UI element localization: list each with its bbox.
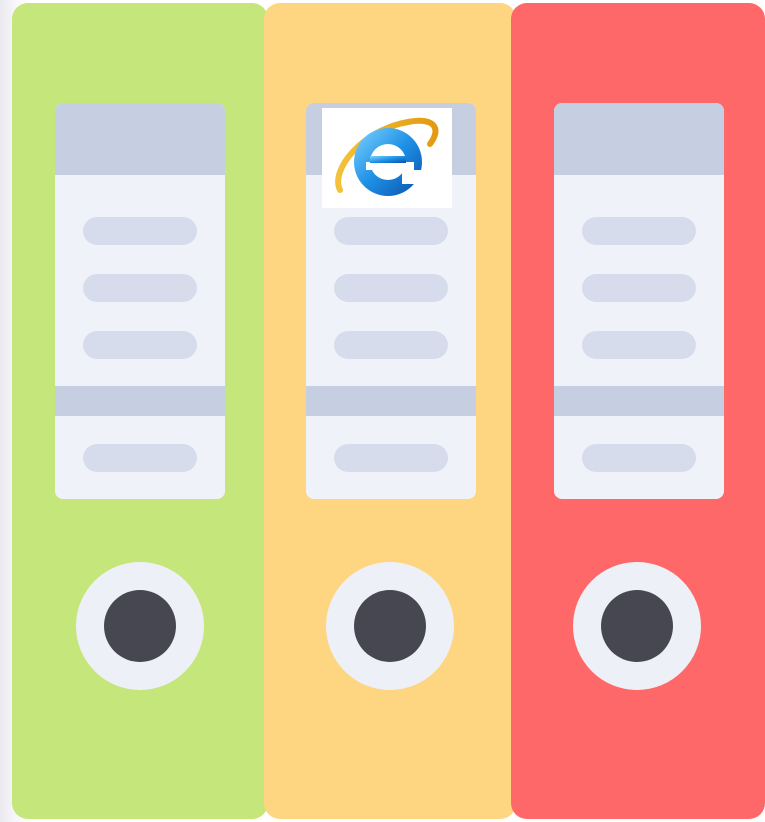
spine-label-line — [582, 331, 696, 359]
finger-ring — [573, 562, 701, 690]
spine-label-card — [554, 103, 724, 499]
spine-label-line — [334, 217, 448, 245]
spine-label-line — [83, 217, 197, 245]
finger-ring — [76, 562, 204, 690]
spine-label-divider — [55, 386, 225, 416]
spine-label-card — [55, 103, 225, 499]
spine-label-line — [83, 331, 197, 359]
binder-red — [511, 3, 765, 819]
spine-label-divider — [306, 386, 476, 416]
finger-ring-hole — [601, 590, 673, 662]
binder-green — [12, 3, 268, 819]
finger-ring-hole — [104, 590, 176, 662]
spine-label-line — [334, 274, 448, 302]
spine-label-line — [83, 444, 197, 472]
spine-label-divider — [554, 386, 724, 416]
spine-label-header — [554, 103, 724, 175]
binders-illustration — [0, 0, 765, 822]
spine-label-line — [582, 217, 696, 245]
spine-label-header — [55, 103, 225, 175]
internet-explorer-icon[interactable] — [322, 108, 452, 208]
spine-label-line — [83, 274, 197, 302]
spine-label-line — [334, 444, 448, 472]
spine-label-line — [334, 331, 448, 359]
spine-label-line — [582, 274, 696, 302]
spine-label-line — [582, 444, 696, 472]
finger-ring-hole — [354, 590, 426, 662]
finger-ring — [326, 562, 454, 690]
